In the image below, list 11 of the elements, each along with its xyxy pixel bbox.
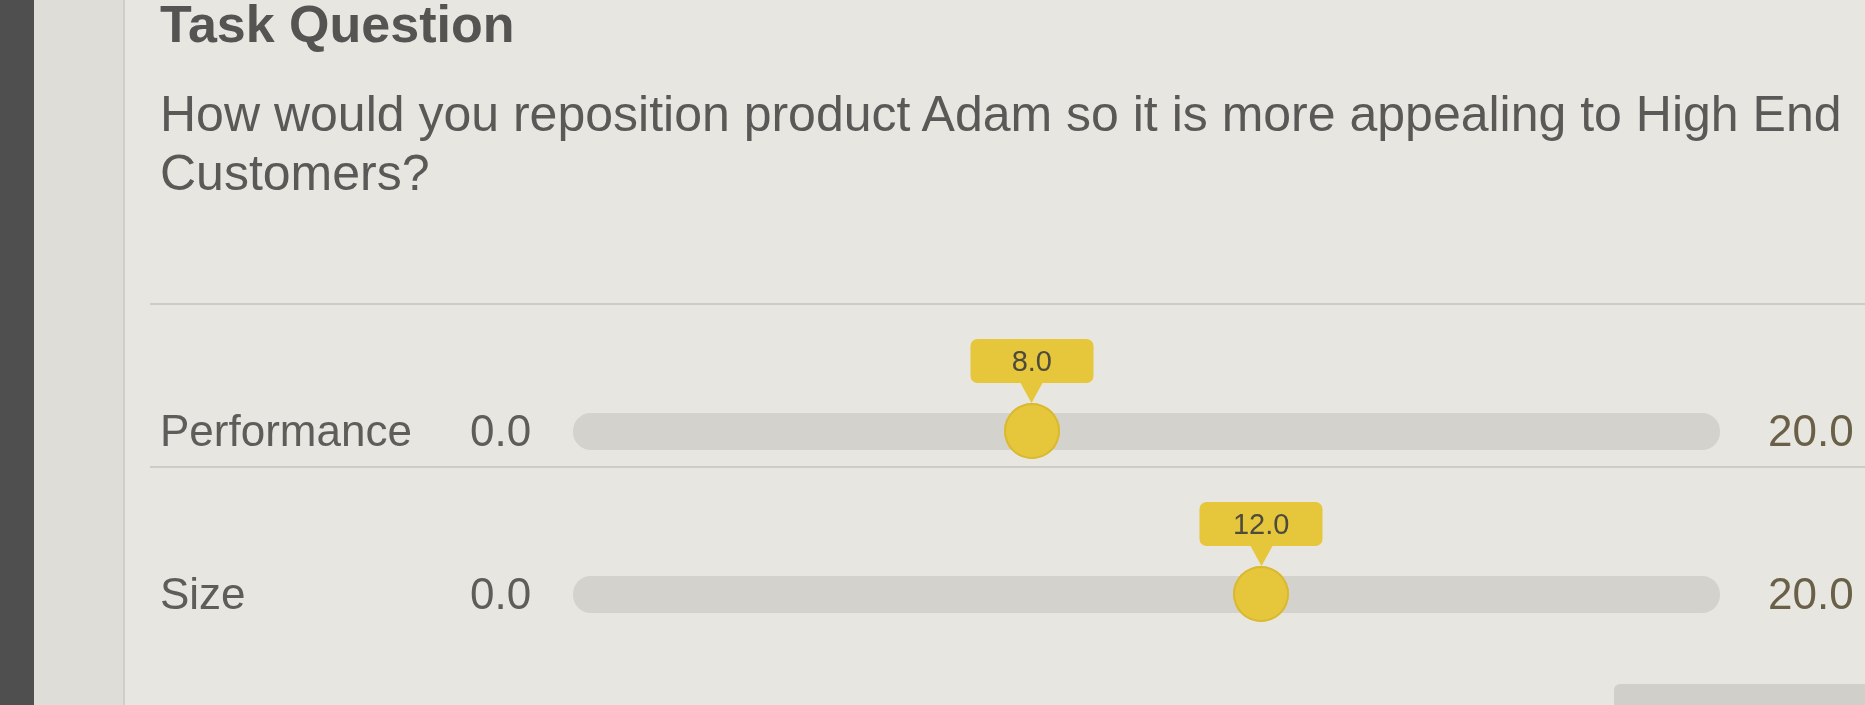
slider-min-value: 0.0 [470, 406, 533, 456]
slider-track[interactable] [573, 403, 1720, 459]
slider-min-value: 0.0 [470, 569, 533, 619]
task-title: Task Question [160, 0, 515, 52]
slider-label: Size [160, 569, 247, 619]
slider-label: Performance [160, 406, 413, 456]
slider-track[interactable] [573, 566, 1720, 622]
slider-thumb[interactable] [1003, 403, 1060, 459]
slider-max-value: 20.0 [1768, 406, 1854, 456]
question-text: How would you reposition product Adam so it is more appealing to High End Customers? [160, 85, 1843, 203]
slider-max-value: 20.0 [1768, 569, 1854, 619]
